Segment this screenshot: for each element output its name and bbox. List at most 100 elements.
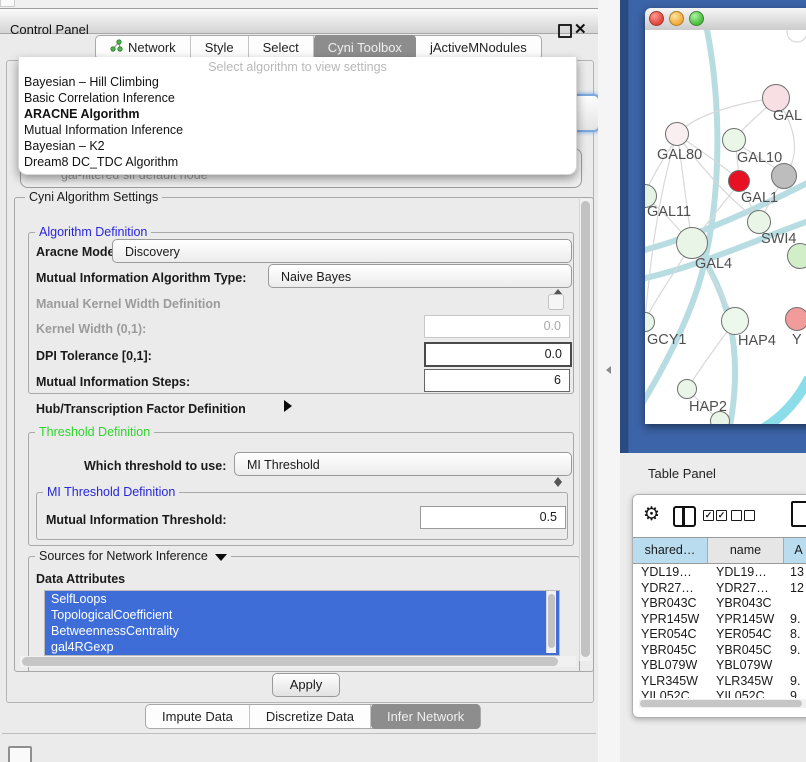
select-all-icon[interactable]: ✓ (716, 510, 727, 521)
table-cell[interactable]: YPR145W (708, 612, 784, 628)
table-cell[interactable]: YBL079W (633, 658, 708, 674)
table-row[interactable]: YER054CYER054C8. (633, 627, 806, 643)
network-node[interactable] (771, 163, 797, 189)
table-cell[interactable]: YBR043C (708, 596, 784, 612)
column-header-partial[interactable]: A (784, 538, 806, 563)
tab-impute-data[interactable]: Impute Data (146, 705, 250, 728)
algorithm-option[interactable]: Dream8 DC_TDC Algorithm (24, 154, 564, 170)
table-cell[interactable]: YDL19… (633, 565, 708, 581)
tab-network[interactable]: Network (96, 36, 191, 59)
column-header-shared-name[interactable]: shared… (633, 538, 708, 563)
minimize-traffic-light-icon[interactable] (669, 11, 684, 26)
table-cell[interactable]: YIL052C (708, 689, 784, 698)
tab-jactivemnodules[interactable]: jActiveMNodules (416, 36, 541, 59)
table-cell[interactable]: 8. (784, 627, 806, 643)
mi-algorithm-type-combo[interactable]: Naive Bayes (268, 264, 572, 288)
zoom-traffic-light-icon[interactable] (689, 11, 704, 26)
table-cell[interactable]: YIL052C (633, 689, 708, 698)
network-node-gal80[interactable] (665, 122, 689, 146)
deselect-all-icon[interactable] (731, 510, 742, 521)
table-row[interactable]: YDL19…YDL19…13 (633, 565, 806, 581)
table-cell[interactable]: YLR345W (708, 674, 784, 690)
table-cell[interactable]: YER054C (708, 627, 784, 643)
table-row[interactable]: YBL079WYBL079W (633, 658, 806, 674)
table-cell[interactable]: YPR145W (633, 612, 708, 628)
algorithm-option[interactable]: Bayesian – K2 (24, 138, 564, 154)
table-row[interactable]: YLR345WYLR345W9. (633, 674, 806, 690)
network-node-gal4[interactable] (676, 227, 708, 259)
table-row[interactable]: YBR045CYBR045C9. (633, 643, 806, 659)
close-traffic-light-icon[interactable] (649, 11, 664, 26)
gear-icon[interactable]: ⚙ (643, 503, 660, 526)
network-node-y[interactable] (785, 307, 806, 331)
network-node-gal1[interactable] (728, 170, 750, 192)
deselect-all-icon[interactable] (744, 510, 755, 521)
column-header-name[interactable]: name (708, 538, 784, 563)
table-cell[interactable]: YER054C (633, 627, 708, 643)
table-cell[interactable]: 9. (784, 612, 806, 628)
data-attributes-list[interactable]: SelfLoopsTopologicalCoefficientBetweenne… (44, 590, 560, 656)
table-cell[interactable]: YDR27… (708, 581, 784, 597)
mi-steps-field[interactable]: 6 (424, 369, 570, 392)
table-cell[interactable]: YDL19… (708, 565, 784, 581)
data-attribute-item[interactable]: SelfLoops (45, 591, 559, 607)
settings-horizontal-scrollbar[interactable] (20, 656, 576, 667)
network-canvas[interactable]: GALGAL80GAL10GAL1GAL11SWI4GAL4GCY1HAP4YH… (645, 30, 806, 424)
algorithm-option[interactable]: Bayesian – Hill Climbing (24, 74, 564, 90)
algorithm-option[interactable]: Mutual Information Inference (24, 122, 564, 138)
tab-infer-network[interactable]: Infer Network (371, 704, 480, 729)
which-threshold-combo[interactable]: MI Threshold (234, 452, 572, 476)
aracne-mode-combo[interactable]: Discovery (112, 239, 572, 263)
network-node-hap2[interactable] (677, 379, 697, 399)
table-cell[interactable]: YLR345W (633, 674, 708, 690)
expand-arrow-icon[interactable] (215, 554, 227, 561)
tab-discretize-data[interactable]: Discretize Data (250, 705, 371, 728)
tab-style[interactable]: Style (191, 36, 249, 59)
minimized-panel-icon[interactable] (8, 746, 32, 762)
dpi-tolerance-field[interactable]: 0.0 (424, 342, 572, 367)
data-attribute-item[interactable]: BetweennessCentrality (45, 623, 559, 639)
table-cell[interactable]: YDR27… (633, 581, 708, 597)
split-columns-icon[interactable] (673, 506, 696, 527)
apply-button[interactable]: Apply (272, 673, 340, 697)
close-icon[interactable]: ✕ (574, 20, 587, 38)
float-window-icon[interactable] (558, 24, 572, 38)
algorithm-option[interactable]: Basic Correlation Inference (24, 90, 564, 106)
table-row[interactable]: YBR043CYBR043C (633, 596, 806, 612)
manual-kernel-checkbox[interactable] (548, 294, 564, 310)
table-row[interactable]: YIL052CYIL052C9. (633, 689, 806, 698)
tab-select[interactable]: Select (249, 36, 314, 59)
network-window-titlebar[interactable] (645, 8, 806, 31)
mi-threshold-field[interactable]: 0.5 (420, 506, 566, 529)
table-cell[interactable]: 9. (784, 689, 806, 698)
table-cell[interactable]: 12 (784, 581, 806, 597)
table-body[interactable]: YDL19…YDL19…13YDR27…YDR27…12YBR043CYBR04… (633, 565, 806, 698)
table-cell[interactable]: YBR043C (633, 596, 708, 612)
table-row[interactable]: YDR27…YDR27…12 (633, 581, 806, 597)
table-row[interactable]: YPR145WYPR145W9. (633, 612, 806, 628)
data-attribute-item[interactable]: gal4RGexp (45, 639, 559, 655)
table-horizontal-scrollbar[interactable] (639, 699, 806, 708)
collapse-arrow-icon[interactable] (284, 400, 292, 412)
table-cell[interactable]: 13 (784, 565, 806, 581)
attribute-list-scrollbar[interactable] (546, 591, 556, 653)
settings-vertical-scrollbar[interactable] (579, 199, 591, 661)
kernel-width-field[interactable]: 0.0 (424, 315, 570, 338)
table-cell[interactable]: 9. (784, 674, 806, 690)
table-cell[interactable]: 9. (784, 643, 806, 659)
table-cell[interactable] (784, 596, 806, 612)
algorithm-option[interactable]: ARACNE Algorithm (24, 106, 564, 122)
select-all-icon[interactable]: ✓ (703, 510, 714, 521)
table-cell[interactable]: YBR045C (633, 643, 708, 659)
hub-definition-label[interactable]: Hub/Transcription Factor Definition (36, 402, 246, 416)
network-node-gal10[interactable] (722, 128, 746, 152)
panel-splitter[interactable] (598, 0, 620, 762)
network-node[interactable] (787, 243, 806, 269)
table-cell[interactable] (784, 658, 806, 674)
table-cell[interactable]: YBR045C (708, 643, 784, 659)
network-node[interactable] (710, 411, 730, 424)
splitter-arrow-icon[interactable] (606, 366, 611, 374)
table-cell[interactable]: YBL079W (708, 658, 784, 674)
network-node-hap4[interactable] (721, 307, 749, 335)
data-attribute-item[interactable]: TopologicalCoefficient (45, 607, 559, 623)
